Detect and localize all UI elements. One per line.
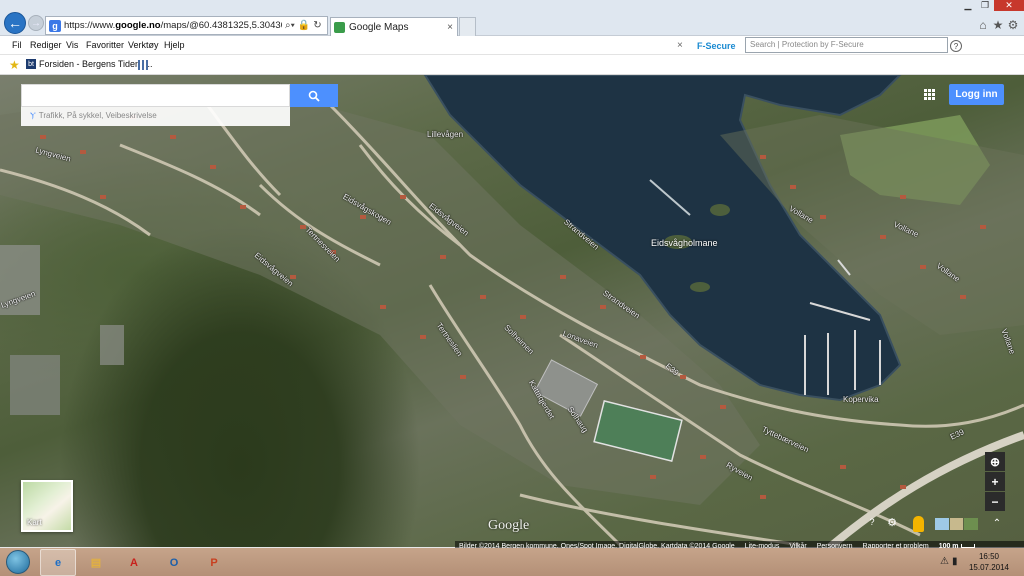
map-label: Eidsvågholmane bbox=[651, 238, 718, 248]
apartment-block bbox=[100, 325, 124, 365]
menu-fil[interactable]: Fil bbox=[12, 40, 22, 50]
menu-verktoy[interactable]: Verktøy bbox=[128, 40, 159, 50]
maps-search-input[interactable] bbox=[21, 84, 290, 107]
fsecure-search-input[interactable]: Search | Protection by F-Secure bbox=[745, 37, 948, 53]
lock-icon[interactable]: 🔒 bbox=[298, 20, 310, 31]
home-icon[interactable]: ⌂ bbox=[976, 18, 990, 32]
tools-gear-icon[interactable]: ⚙ bbox=[1006, 18, 1020, 32]
satellite-map[interactable]: Lillevågen Eidsvågholmane Kopervika Eids… bbox=[0, 75, 1024, 547]
zoom-controls: ⊕ + − bbox=[985, 452, 1005, 512]
fsecure-logo: F-Secure bbox=[697, 41, 736, 51]
imagery-layers[interactable] bbox=[935, 518, 979, 530]
map-settings-icon[interactable]: ⚙ bbox=[886, 516, 898, 529]
map-view-toggle[interactable]: Kart bbox=[21, 480, 73, 532]
maps-favicon-icon bbox=[334, 21, 345, 33]
menu-rediger[interactable]: Rediger bbox=[30, 40, 62, 50]
tab-google-maps[interactable]: Google Maps × bbox=[330, 17, 458, 36]
start-button[interactable] bbox=[6, 550, 30, 574]
powerpoint-taskbar-icon[interactable]: P bbox=[196, 549, 232, 576]
apps-grid-icon[interactable] bbox=[924, 89, 935, 100]
new-tab-button[interactable] bbox=[459, 17, 476, 36]
apartment-blocks bbox=[10, 355, 60, 415]
minimize-button[interactable]: ▁ bbox=[960, 0, 976, 11]
layer-thumb-terrain[interactable] bbox=[949, 518, 964, 530]
zoom-in-button[interactable]: + bbox=[985, 472, 1005, 491]
google-watermark: Google bbox=[488, 518, 530, 533]
maps-search-button[interactable] bbox=[290, 84, 338, 107]
back-button[interactable]: ← bbox=[4, 12, 26, 34]
tray-network-icon[interactable]: ▮ bbox=[952, 556, 958, 567]
windows-taskbar bbox=[0, 548, 1024, 576]
map-label: Kopervika bbox=[843, 395, 879, 404]
help-icon[interactable]: ? bbox=[950, 40, 962, 52]
menu-vis[interactable]: Vis bbox=[66, 40, 78, 50]
favorites-bar: ★ bt Forsiden - Bergens Tidend... bbox=[0, 55, 1024, 75]
ie-taskbar-icon[interactable]: e bbox=[40, 549, 76, 576]
minimap-label: Kart bbox=[27, 518, 42, 527]
suggested-sites-icon[interactable] bbox=[138, 60, 148, 70]
favorite-link-bt[interactable]: bt Forsiden - Bergens Tidend... bbox=[26, 59, 153, 69]
zoom-out-button[interactable]: − bbox=[985, 492, 1005, 511]
close-window-button[interactable]: ✕ bbox=[994, 0, 1024, 11]
clock-date: 15.07.2014 bbox=[968, 563, 1010, 572]
menu-favoritter[interactable]: Favoritter bbox=[86, 40, 124, 50]
map-help-icon[interactable]: ? bbox=[866, 516, 878, 528]
refresh-icon[interactable]: ↻ bbox=[313, 20, 321, 31]
bt-favicon-icon: bt bbox=[26, 59, 36, 69]
islet bbox=[710, 204, 730, 216]
address-bar[interactable]: g https://www.google.no/maps/@60.4381325… bbox=[45, 16, 328, 35]
clock-time: 16:50 bbox=[978, 552, 1000, 561]
directions-suggestion[interactable]: Ⲩ Trafikk, På sykkel, Veibeskrivelse bbox=[21, 107, 290, 126]
menu-hjelp[interactable]: Hjelp bbox=[164, 40, 185, 50]
favorites-icon[interactable]: ★ bbox=[9, 58, 20, 72]
search-icon bbox=[308, 90, 320, 102]
browser-titlebar: ← → g https://www.google.no/maps/@60.438… bbox=[0, 0, 1024, 36]
acrobat-taskbar-icon[interactable]: A bbox=[116, 549, 152, 576]
layer-thumb-map[interactable] bbox=[935, 518, 949, 530]
login-button[interactable]: Logg inn bbox=[949, 84, 1004, 105]
pegman-icon[interactable] bbox=[913, 516, 924, 532]
tab-title: Google Maps bbox=[349, 21, 409, 33]
tray-alert-icon[interactable]: ⚠ bbox=[940, 556, 949, 567]
directions-icon: Ⲩ bbox=[30, 111, 36, 120]
compass-button[interactable]: ⊕ bbox=[985, 452, 1005, 471]
suggestion-text: Trafikk, På sykkel, Veibeskrivelse bbox=[38, 111, 157, 120]
tab-close-icon[interactable]: × bbox=[447, 22, 453, 33]
google-favicon-icon: g bbox=[49, 19, 61, 32]
url-text[interactable]: https://www.google.no/maps/@60.4381325,5… bbox=[64, 20, 282, 31]
favorites-star-icon[interactable]: ★ bbox=[991, 18, 1005, 32]
scale-bar bbox=[960, 543, 975, 548]
forward-button[interactable]: → bbox=[28, 15, 44, 31]
system-clock[interactable]: 16:50 15.07.2014 bbox=[962, 551, 1016, 573]
maximize-button[interactable]: ❐ bbox=[977, 0, 993, 11]
favorite-link-label: Forsiden - Bergens Tidend... bbox=[39, 59, 153, 69]
islet bbox=[690, 282, 710, 292]
fsecure-close-icon[interactable]: × bbox=[677, 40, 683, 51]
layer-thumb-earth[interactable] bbox=[964, 518, 979, 530]
map-terrain bbox=[0, 75, 1024, 547]
expand-layers-icon[interactable]: ⌃ bbox=[990, 516, 1004, 530]
outlook-taskbar-icon[interactable]: O bbox=[156, 549, 192, 576]
search-dropdown-icon[interactable]: ⌕▾ bbox=[285, 20, 295, 31]
explorer-taskbar-icon[interactable]: ▤ bbox=[78, 549, 114, 576]
map-label: Lillevågen bbox=[427, 130, 464, 139]
